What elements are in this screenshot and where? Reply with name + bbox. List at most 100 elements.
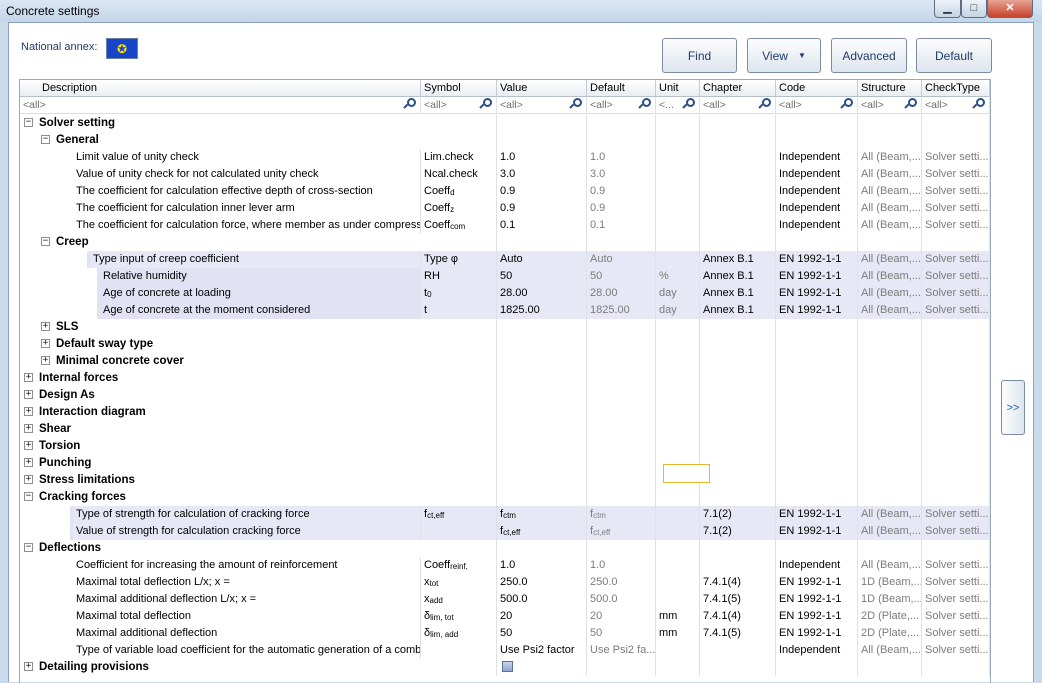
expand-icon[interactable]: + [24, 424, 33, 433]
expand-icon[interactable]: + [24, 373, 33, 382]
expand-icon[interactable]: + [41, 322, 50, 331]
setting-row[interactable]: Age of concrete at the moment considered… [20, 302, 990, 319]
group-row[interactable]: + Shear [20, 421, 990, 438]
minimize-button[interactable]: ▁ [934, 0, 961, 18]
cell-value[interactable]: 0.9 [497, 183, 587, 200]
collapse-icon[interactable]: − [24, 492, 33, 501]
find-button[interactable]: Find [662, 38, 737, 73]
group-row[interactable]: + Interaction diagram [20, 404, 990, 421]
cell-value[interactable]: 50 [497, 268, 587, 285]
expand-icon[interactable]: + [24, 407, 33, 416]
search-icon[interactable] [569, 98, 583, 112]
column-header-structure[interactable]: Structure [858, 80, 922, 97]
expand-icon[interactable]: + [41, 339, 50, 348]
setting-row[interactable]: Type of variable load coefficient for th… [20, 642, 990, 659]
group-row[interactable]: + Detailing provisions [20, 659, 990, 676]
filter-structure[interactable]: <all> [858, 97, 922, 114]
cell-value[interactable]: 50 [497, 625, 587, 642]
group-row[interactable]: + Torsion [20, 438, 990, 455]
collapse-icon[interactable]: − [24, 543, 33, 552]
group-row[interactable]: + Internal forces [20, 370, 990, 387]
setting-row[interactable]: Type input of creep coefficient Type φ Aut… [20, 251, 990, 268]
expand-icon[interactable]: + [24, 458, 33, 467]
search-icon[interactable] [403, 98, 417, 112]
group-row[interactable]: − Deflections [20, 540, 990, 557]
cell-value[interactable]: 1.0 [497, 557, 587, 574]
advanced-button[interactable]: Advanced [831, 38, 907, 73]
eu-flag-icon[interactable]: ✪ [106, 38, 138, 59]
group-row[interactable]: + SLS [20, 319, 990, 336]
setting-row[interactable]: Maximal total deflection L/x; x = xtot 250… [20, 574, 990, 591]
cell-value[interactable]: fct,eff [497, 523, 587, 540]
group-row[interactable]: − Solver setting [20, 115, 990, 132]
setting-row[interactable]: The coefficient for calculation effectiv… [20, 183, 990, 200]
view-button[interactable]: View ▼ [747, 38, 821, 73]
setting-row[interactable]: The coefficient for calculation inner le… [20, 200, 990, 217]
column-header-default[interactable]: Default [587, 80, 656, 97]
expand-icon[interactable]: + [24, 441, 33, 450]
group-row[interactable]: + Punching [20, 455, 990, 472]
group-row[interactable]: − Creep [20, 234, 990, 251]
setting-row[interactable]: Maximal total deflection δlim, tot 20 20 mm 7… [20, 608, 990, 625]
group-row[interactable]: + Design As [20, 387, 990, 404]
setting-row[interactable]: The coefficient for calculation force, w… [20, 217, 990, 234]
filter-description[interactable]: <all> [20, 97, 421, 114]
filter-unit[interactable]: <... [656, 97, 700, 114]
expand-icon[interactable]: + [41, 356, 50, 365]
cell-value[interactable]: 28.00 [497, 285, 587, 302]
setting-row[interactable]: Limit value of unity check Lim.check 1.0 1.… [20, 149, 990, 166]
cell-value[interactable]: 250.0 [497, 574, 587, 591]
setting-row[interactable]: Type of strength for calculation of crac… [20, 506, 990, 523]
search-icon[interactable] [904, 98, 918, 112]
cell-value[interactable]: 0.9 [497, 200, 587, 217]
cell-value[interactable]: Use Psi2 factor [497, 642, 587, 659]
search-icon[interactable] [840, 98, 854, 112]
filter-symbol[interactable]: <all> [421, 97, 497, 114]
column-header-symbol[interactable]: Symbol [421, 80, 497, 97]
setting-row[interactable]: Value of unity check for not calculated … [20, 166, 990, 183]
group-row[interactable]: − General [20, 132, 990, 149]
cell-value[interactable]: Auto [497, 251, 587, 268]
cell-value[interactable]: 0.1 [497, 217, 587, 234]
cell-value[interactable]: 20 [497, 608, 587, 625]
expand-icon[interactable]: + [24, 475, 33, 484]
column-header-unit[interactable]: Unit [656, 80, 700, 97]
checkbox[interactable] [502, 661, 513, 672]
group-row[interactable]: − Cracking forces [20, 489, 990, 506]
column-header-description[interactable]: Description [20, 80, 421, 97]
default-button[interactable]: Default [916, 38, 992, 73]
search-icon[interactable] [682, 98, 696, 112]
column-header-checktype[interactable]: CheckType [922, 80, 990, 97]
collapse-icon[interactable]: − [41, 135, 50, 144]
search-icon[interactable] [479, 98, 493, 112]
group-row[interactable]: + Default sway type [20, 336, 990, 353]
cell-value[interactable]: fctm [497, 506, 587, 523]
setting-row[interactable]: Maximal additional deflection δlim, add 50… [20, 625, 990, 642]
group-row[interactable]: + Stress limitations [20, 472, 990, 489]
collapse-icon[interactable]: − [24, 118, 33, 127]
expand-icon[interactable]: + [24, 390, 33, 399]
column-header-chapter[interactable]: Chapter [700, 80, 776, 97]
setting-row[interactable]: Age of concrete at loading t0 28.00 28.00 da… [20, 285, 990, 302]
expand-side-panel-button[interactable]: >> [1001, 380, 1025, 435]
setting-row[interactable]: Value of strength for calculation cracki… [20, 523, 990, 540]
collapse-icon[interactable]: − [41, 237, 50, 246]
filter-code[interactable]: <all> [776, 97, 858, 114]
column-header-value[interactable]: Value [497, 80, 587, 97]
search-icon[interactable] [758, 98, 772, 112]
filter-value[interactable]: <all> [497, 97, 587, 114]
cell-value[interactable]: 3.0 [497, 166, 587, 183]
search-icon[interactable] [638, 98, 652, 112]
setting-row[interactable]: Coefficient for increasing the amount of… [20, 557, 990, 574]
maximize-button[interactable]: □ [961, 0, 987, 18]
search-icon[interactable] [972, 98, 986, 112]
setting-row[interactable]: Relative humidity RH 50 50% Annex B.1 EN 1992… [20, 268, 990, 285]
cell-value[interactable]: 500.0 [497, 591, 587, 608]
filter-default[interactable]: <all> [587, 97, 656, 114]
cell-value[interactable]: 1825.00 [497, 302, 587, 319]
filter-checktype[interactable]: <all> [922, 97, 990, 114]
group-row[interactable]: + Minimal concrete cover [20, 353, 990, 370]
setting-row[interactable]: Maximal additional deflection L/x; x = xa… [20, 591, 990, 608]
cell-value[interactable]: 1.0 [497, 149, 587, 166]
close-button[interactable]: ✕ [987, 0, 1033, 18]
